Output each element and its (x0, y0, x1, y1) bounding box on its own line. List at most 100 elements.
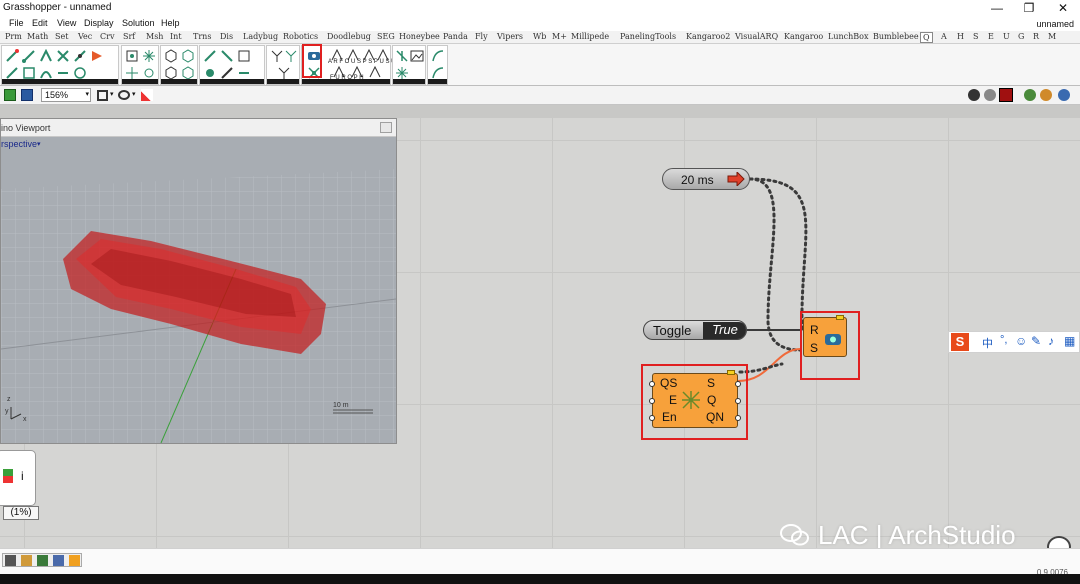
partial-parameter[interactable]: i (0, 450, 36, 506)
web-icon[interactable] (431, 66, 445, 80)
tab-panelingtools[interactable]: PanelingTools (620, 32, 676, 41)
particle-rule-icon[interactable] (220, 49, 234, 63)
environment-box-icon[interactable] (181, 66, 195, 80)
tab-u[interactable]: U (1003, 32, 1010, 41)
ime-mic-icon[interactable]: ♪ (1048, 334, 1054, 348)
menu-view[interactable]: View (57, 18, 76, 28)
particle-rule-icon[interactable] (237, 66, 251, 80)
tab-dis[interactable]: Dis (220, 32, 233, 41)
viewport-close-button[interactable] (380, 122, 392, 133)
tab-doodlebug[interactable]: Doodlebug (327, 32, 371, 41)
minimize-button[interactable]: — (980, 0, 1014, 17)
agent-rule-icon[interactable] (56, 66, 70, 80)
solver-icon[interactable] (368, 65, 382, 79)
ime-grid-icon[interactable]: ▦ (1064, 334, 1075, 348)
particle-rule-icon[interactable] (220, 66, 234, 80)
agent-rule-icon[interactable] (73, 66, 87, 80)
open-file-icon[interactable] (4, 89, 16, 101)
ime-chinese-icon[interactable]: 中 (982, 335, 993, 351)
particle-rule-icon[interactable] (203, 49, 217, 63)
status-save-icon[interactable] (5, 555, 16, 566)
environment-box-icon[interactable] (164, 66, 178, 80)
tab-a[interactable]: A (941, 32, 947, 41)
tab-kangaroo[interactable]: Kangaroo (784, 32, 823, 41)
particle-rule-icon[interactable] (203, 66, 217, 80)
menu-file[interactable]: File (9, 18, 24, 28)
tab-set[interactable]: Set (55, 32, 68, 41)
restore-button[interactable]: ❐ (1012, 0, 1046, 17)
display-option-icon[interactable] (1024, 89, 1036, 101)
tree-icon[interactable] (277, 66, 291, 80)
zoom-extents-dropdown[interactable]: ▾ (110, 90, 114, 98)
sketch-icon[interactable] (141, 89, 153, 101)
tab-vipers[interactable]: Vipers (497, 32, 523, 41)
tab-m[interactable]: M (1048, 32, 1056, 41)
tab-mplus[interactable]: M+ (552, 32, 567, 41)
utility-icon[interactable] (395, 49, 409, 63)
tab-srf[interactable]: Srf (123, 32, 135, 41)
close-button[interactable]: ✕ (1046, 0, 1080, 17)
tab-h[interactable]: H (957, 32, 964, 41)
tab-msh[interactable]: Msh (146, 32, 163, 41)
emitter-icon[interactable] (142, 49, 156, 63)
tab-e[interactable]: E (988, 32, 994, 41)
display-option-icon[interactable] (1058, 89, 1070, 101)
menu-help[interactable]: Help (161, 18, 180, 28)
preview-eye-icon[interactable] (118, 90, 130, 100)
boolean-toggle[interactable]: Toggle True (643, 320, 747, 340)
tab-robotics[interactable]: Robotics (283, 32, 318, 41)
tab-honeybee[interactable]: Honeybee (399, 32, 440, 41)
tab-ladybug[interactable]: Ladybug (243, 32, 278, 41)
tab-s[interactable]: S (973, 32, 978, 41)
save-icon[interactable] (21, 89, 33, 101)
tab-bumblebee[interactable]: Bumblebee (873, 32, 919, 41)
tab-kangaroo2[interactable]: Kangaroo2 (686, 32, 730, 41)
agent-rule-icon[interactable] (22, 66, 36, 80)
emitter-icon[interactable] (142, 66, 156, 80)
tab-visualarq[interactable]: VisualARQ (735, 32, 778, 41)
agent-rule-icon[interactable] (39, 49, 53, 63)
ime-pen-icon[interactable]: ✎ (1031, 334, 1041, 348)
viewport-view-label[interactable]: rspective (1, 139, 37, 149)
display-option-icon[interactable] (1040, 89, 1052, 101)
menu-edit[interactable]: Edit (32, 18, 48, 28)
zoom-select[interactable]: 156% ▾ (41, 88, 91, 102)
agent-rule-icon[interactable] (5, 49, 19, 63)
tab-wb[interactable]: Wb (533, 32, 546, 41)
view-dropdown-icon[interactable]: ▾ (37, 140, 41, 148)
tab-seg[interactable]: SEG (377, 32, 395, 41)
emitter-icon[interactable] (125, 49, 139, 63)
tab-panda[interactable]: Panda (443, 32, 468, 41)
tab-math[interactable]: Math (27, 32, 48, 41)
status-pvr-icon[interactable] (53, 555, 64, 566)
tree-icon[interactable] (270, 49, 284, 63)
agent-rule-icon[interactable] (73, 49, 87, 63)
agent-rule-icon[interactable] (22, 49, 36, 63)
agent-rule-icon[interactable] (56, 49, 70, 63)
agent-rule-icon[interactable] (90, 49, 104, 63)
timer-component[interactable]: 20 ms (662, 168, 750, 190)
utility-icon[interactable] (395, 66, 409, 80)
environment-box-icon[interactable] (181, 49, 195, 63)
web-icon[interactable] (431, 49, 445, 63)
shaded-mode-icon[interactable] (999, 88, 1013, 102)
tab-q-active[interactable]: Q (920, 32, 933, 43)
wire-mode-icon[interactable] (984, 89, 996, 101)
menu-display[interactable]: Display (84, 18, 114, 28)
ime-emoji-icon[interactable]: ☺ (1015, 334, 1027, 348)
tab-vec[interactable]: Vec (78, 32, 92, 41)
status-box-icon[interactable] (21, 555, 32, 566)
environment-box-icon[interactable] (164, 49, 178, 63)
preview-mode-icon[interactable] (968, 89, 980, 101)
tree-icon[interactable] (284, 49, 298, 63)
image-icon[interactable] (410, 49, 424, 63)
emitter-icon[interactable] (125, 66, 139, 80)
menu-solution[interactable]: Solution (122, 18, 155, 28)
status-wave-icon[interactable] (69, 555, 80, 566)
agent-rule-icon[interactable] (39, 66, 53, 80)
status-cube-icon[interactable] (37, 555, 48, 566)
tab-r[interactable]: R (1033, 32, 1039, 41)
tab-prm[interactable]: Prm (5, 32, 22, 41)
tab-trns[interactable]: Trns (193, 32, 211, 41)
tab-g[interactable]: G (1018, 32, 1024, 41)
